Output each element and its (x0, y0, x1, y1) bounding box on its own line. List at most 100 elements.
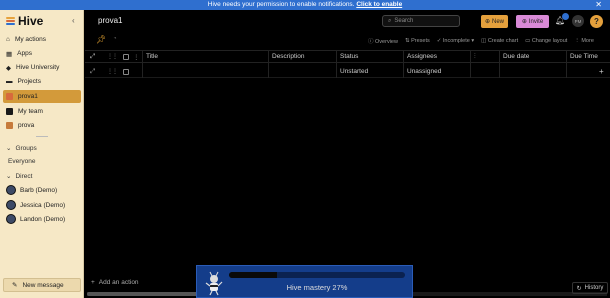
invite-label: Invite (528, 18, 544, 25)
toolbar-filter-incomplete[interactable]: ✓ Incomplete ▾ (437, 38, 474, 44)
avatar (6, 185, 16, 195)
toolbar-more[interactable]: ⋮ More (574, 38, 594, 44)
sidebar-item-prova[interactable]: prova (3, 119, 81, 132)
history-icon: ↻ (576, 285, 582, 292)
drag-handle-icon[interactable]: ⋮⋮ (107, 66, 118, 77)
avatar (6, 200, 16, 210)
hive-logo[interactable]: Hive (6, 14, 43, 28)
sidebar-item-projects[interactable]: ▬ Projects (3, 75, 81, 88)
mastery-label: Hive mastery 27% (286, 283, 348, 292)
bee-mascot-icon (205, 271, 223, 296)
column-header-assignees[interactable]: Assignees (407, 51, 437, 62)
plus-icon: + (91, 279, 95, 286)
history-label: History (584, 285, 604, 291)
avatar (6, 214, 16, 224)
toolbar-change-layout[interactable]: ▭ Change layout (525, 38, 567, 44)
progress-ring-icon[interactable]: ◔ (113, 36, 117, 42)
sidebar-item-my-actions[interactable]: ⌂ My actions (3, 33, 81, 46)
collapse-sidebar-icon[interactable]: ‹ (72, 16, 75, 25)
person-name: Jessica (Demo) (20, 201, 66, 209)
new-message-label: New message (22, 281, 64, 289)
project-square-icon (6, 108, 13, 115)
hive-mastery-widget[interactable]: Hive mastery 27% (196, 265, 413, 298)
column-divider (470, 50, 471, 78)
toolbar-create-chart[interactable]: ◫ Create chart (481, 38, 518, 44)
search-icon: ⌕ (388, 17, 392, 24)
sidebar-item-hive-university[interactable]: ◆ Hive University (3, 61, 81, 74)
enable-notifications-link[interactable]: Click to enable (356, 1, 402, 8)
column-header-title[interactable]: Title (146, 51, 158, 62)
column-divider (499, 50, 500, 78)
home-icon: ⌂ (6, 36, 10, 43)
sidebar-item-label: Hive University (16, 64, 60, 71)
chevron-down-icon: ⌄ (6, 145, 12, 152)
add-column-icon[interactable]: + (599, 66, 604, 77)
hive-logo-icon (6, 17, 15, 25)
plus-icon: ⊕ (484, 19, 490, 25)
search-placeholder: Search (394, 18, 414, 24)
toolbar-presets[interactable]: ⇅ Presets (405, 38, 430, 44)
column-resize-icon[interactable]: ⫶ (474, 51, 476, 62)
sidebar-divider (36, 136, 48, 137)
mastery-progress-fill (229, 272, 277, 278)
table-row[interactable]: ⤢ ⋮⋮ Unstarted Unassigned + (85, 66, 610, 78)
column-header-due-time[interactable]: Due Time (570, 51, 598, 62)
user-avatar[interactable]: PM (572, 15, 584, 27)
row-checkbox[interactable] (123, 66, 129, 77)
page-title: prova1 (98, 16, 123, 25)
logo-text: Hive (18, 14, 44, 28)
pin-icon[interactable]: 📌︎ (96, 35, 106, 44)
mastery-progress-bar (229, 272, 405, 278)
sidebar-item-label: Apps (17, 50, 32, 57)
notification-badge (562, 13, 569, 20)
direct-person-jessica[interactable]: Jessica (Demo) (6, 200, 65, 210)
column-header-description[interactable]: Description (272, 51, 305, 62)
direct-person-landon[interactable]: Landon (Demo) (6, 214, 65, 224)
close-icon[interactable]: ✕ (595, 0, 602, 10)
banner-text: Hive needs your permission to enable not… (207, 1, 355, 8)
new-message-button[interactable]: ✎ New message (3, 278, 81, 292)
group-everyone[interactable]: Everyone (8, 158, 35, 165)
compose-icon: ✎ (12, 282, 18, 289)
notification-banner: Hive needs your permission to enable not… (0, 0, 610, 10)
project-square-icon (6, 122, 13, 129)
project-square-icon (6, 93, 13, 100)
select-all-checkbox[interactable] (123, 51, 129, 62)
sidebar-item-prova1[interactable]: prova1 (3, 90, 81, 103)
history-button[interactable]: ↻ History (572, 282, 608, 294)
view-toolbar: ⓘ Overview ⇅ Presets ✓ Incomplete ▾ ◫ Cr… (368, 36, 594, 46)
sidebar-item-apps[interactable]: ▦ Apps (3, 47, 81, 60)
column-divider (268, 50, 269, 78)
drag-handle-icon: ⋮⋮ (107, 54, 118, 60)
column-options-icon[interactable]: ⋮ (133, 51, 140, 62)
column-divider (336, 50, 337, 78)
sidebar-item-label: prova1 (18, 93, 38, 100)
add-action-button[interactable]: + Add an action (91, 279, 139, 286)
add-action-label: Add an action (98, 279, 139, 286)
expand-row-icon[interactable]: ⤢ (90, 66, 95, 77)
person-name: Landon (Demo) (20, 215, 66, 223)
search-input[interactable]: ⌕ Search (382, 15, 460, 27)
graduation-icon: ◆ (6, 64, 11, 72)
help-button[interactable]: ? (590, 15, 603, 28)
column-header-due-date[interactable]: Due date (503, 51, 529, 62)
person-name: Barb (Demo) (20, 186, 58, 194)
direct-person-barb[interactable]: Barb (Demo) (6, 185, 57, 195)
new-button[interactable]: ⊕ New (481, 15, 508, 28)
expand-all-icon[interactable]: ⤢ (90, 51, 95, 62)
toolbar-overview[interactable]: ⓘ Overview (368, 37, 398, 45)
cell-assignees[interactable]: Unassigned (407, 66, 441, 77)
cell-status[interactable]: Unstarted (340, 66, 368, 77)
groups-section-toggle[interactable]: ⌄ Groups (6, 144, 37, 153)
direct-section-toggle[interactable]: ⌄ Direct (6, 172, 32, 181)
sidebar-item-label: Projects (17, 78, 41, 85)
add-user-icon: ⊕ (521, 19, 527, 25)
invite-button[interactable]: ⊕ Invite (516, 15, 549, 28)
sidebar-item-label: My actions (14, 36, 47, 43)
column-header-status[interactable]: Status (340, 51, 358, 62)
folder-icon: ▬ (6, 78, 13, 85)
table-header: ⤢ ⋮⋮ ⋮ Title Description Status Assignee… (85, 50, 610, 63)
sidebar-item-label: prova (18, 122, 35, 129)
sidebar-item-my-team[interactable]: My team (3, 105, 81, 118)
grid-icon: ▦ (6, 50, 13, 58)
